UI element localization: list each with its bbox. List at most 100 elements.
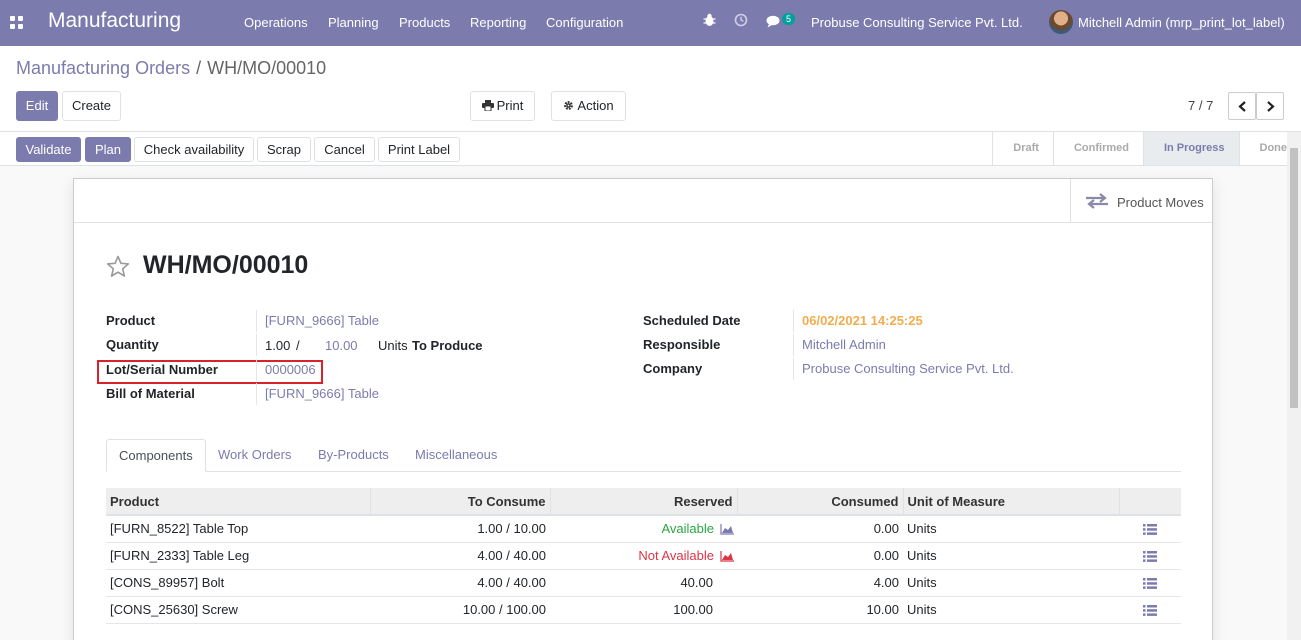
quantity-uom: Units <box>378 338 408 353</box>
row-to-consume: 4.00 / 40.00 <box>370 569 550 597</box>
print-button[interactable]: Print <box>470 91 535 121</box>
notebook-tabs: Components Work Orders By-Products Misce… <box>106 439 1181 472</box>
company-switcher[interactable]: Probuse Consulting Service Pvt. Ltd. <box>811 15 1023 30</box>
row-consumed: 4.00 <box>737 569 903 597</box>
area-chart-icon[interactable] <box>720 524 735 535</box>
app-title[interactable]: Manufacturing <box>48 9 181 33</box>
validate-button[interactable]: Validate <box>16 137 81 162</box>
tab-work-orders[interactable]: Work Orders <box>206 439 303 472</box>
menu-reporting[interactable]: Reporting <box>470 15 526 30</box>
user-menu[interactable]: Mitchell Admin (mrp_print_lot_label) <box>1078 15 1285 30</box>
column-actions <box>1119 488 1181 516</box>
field-divider <box>793 358 794 380</box>
favorite-star-icon[interactable] <box>106 255 130 278</box>
row-product: [CONS_25630] Screw <box>106 596 370 624</box>
pager-next-button[interactable] <box>1256 92 1284 120</box>
cancel-button[interactable]: Cancel <box>314 137 375 162</box>
field-divider <box>256 334 257 356</box>
scheduled-date-field[interactable]: 06/02/2021 14:25:25 <box>802 313 923 328</box>
responsible-field[interactable]: Mitchell Admin <box>802 337 886 352</box>
tab-components[interactable]: Components <box>106 439 206 472</box>
menu-configuration[interactable]: Configuration <box>546 15 623 30</box>
row-product: [FURN_2333] Table Leg <box>106 542 370 570</box>
product-label: Product <box>106 313 156 328</box>
row-reserved-cell: Available <box>550 515 737 543</box>
field-divider <box>793 310 794 332</box>
scrap-button[interactable]: Scrap <box>257 137 311 162</box>
gear-icon <box>564 101 574 110</box>
edit-button[interactable]: Edit <box>16 91 58 121</box>
bug-icon[interactable] <box>703 13 716 27</box>
row-to-consume: 10.00 / 100.00 <box>370 596 550 624</box>
to-produce-label: To Produce <box>412 338 483 353</box>
row-reserved: Available <box>661 521 714 537</box>
plan-button[interactable]: Plan <box>85 137 131 162</box>
create-button[interactable]: Create <box>62 91 121 121</box>
row-uom: Units <box>903 569 1119 597</box>
form-sheet: Product Moves WH/MO/00010 Product [FURN_… <box>73 178 1213 640</box>
breadcrumb-parent[interactable]: Manufacturing Orders <box>16 58 190 78</box>
list-detail-icon[interactable] <box>1143 605 1157 616</box>
button-box: Product Moves <box>74 179 1212 223</box>
table-row[interactable]: [FURN_8522] Table Top 1.00 / 10.00 Avail… <box>106 515 1181 543</box>
message-count-badge: 5 <box>782 13 796 25</box>
scrollbar[interactable] <box>1287 132 1301 640</box>
table-row[interactable]: [CONS_25630] Screw 10.00 / 100.00 100.00… <box>106 596 1181 624</box>
print-label-button[interactable]: Print Label <box>378 137 460 162</box>
product-moves-label: Product Moves <box>1117 195 1204 210</box>
column-to-consume[interactable]: To Consume <box>370 488 551 516</box>
company-field[interactable]: Probuse Consulting Service Pvt. Ltd. <box>802 361 1014 376</box>
quantity-total[interactable]: 10.00 <box>325 338 358 353</box>
table-row[interactable]: [CONS_89957] Bolt 4.00 / 40.00 40.00 4.0… <box>106 569 1181 597</box>
apps-grid-icon[interactable] <box>10 16 23 29</box>
pager-previous-button[interactable] <box>1228 92 1256 120</box>
row-product: [CONS_89957] Bolt <box>106 569 370 597</box>
row-consumed: 0.00 <box>737 542 903 570</box>
list-detail-icon[interactable] <box>1143 524 1157 536</box>
scrollbar-thumb[interactable] <box>1290 148 1298 408</box>
column-consumed[interactable]: Consumed <box>737 488 904 516</box>
breadcrumb-separator: / <box>196 58 202 78</box>
field-divider <box>256 310 257 332</box>
table-row[interactable]: [FURN_2333] Table Leg 4.00 / 40.00 Not A… <box>106 542 1181 570</box>
status-bar: Validate Plan Check availability Scrap C… <box>0 131 1301 166</box>
row-detail-cell <box>1119 515 1181 543</box>
stage-in-progress: In Progress <box>1142 132 1239 165</box>
product-field[interactable]: [FURN_9666] Table <box>265 313 379 328</box>
menu-operations[interactable]: Operations <box>244 15 308 30</box>
record-title: WH/MO/00010 <box>143 251 309 279</box>
menu-planning[interactable]: Planning <box>328 15 379 30</box>
product-moves-button[interactable]: Product Moves <box>1070 179 1212 223</box>
tab-miscellaneous[interactable]: Miscellaneous <box>403 439 509 472</box>
row-reserved-cell: Not Available <box>550 542 737 570</box>
column-product[interactable]: Product <box>106 488 371 516</box>
stage-pipeline: Draft Confirmed In Progress Done <box>992 132 1301 165</box>
action-button[interactable]: Action <box>551 91 626 121</box>
row-uom: Units <box>903 596 1119 624</box>
bom-field[interactable]: [FURN_9666] Table <box>265 386 379 401</box>
list-detail-icon[interactable] <box>1143 551 1157 562</box>
menu-products[interactable]: Products <box>399 15 450 30</box>
check-availability-button[interactable]: Check availability <box>134 137 254 162</box>
top-navbar: Manufacturing Operations Planning Produc… <box>0 0 1301 46</box>
column-unit-of-measure[interactable]: Unit of Measure <box>903 488 1120 516</box>
clock-icon[interactable] <box>734 13 748 27</box>
list-detail-icon[interactable] <box>1143 578 1157 589</box>
exchange-arrows-icon <box>1086 193 1108 209</box>
tab-by-products[interactable]: By-Products <box>306 439 401 472</box>
scheduled-date-label: Scheduled Date <box>643 313 741 328</box>
printer-icon <box>481 100 494 112</box>
column-reserved[interactable]: Reserved <box>550 488 738 516</box>
row-reserved: 100.00 <box>550 596 737 624</box>
responsible-label: Responsible <box>643 337 721 352</box>
user-avatar[interactable] <box>1049 10 1073 34</box>
row-consumed: 10.00 <box>737 596 903 624</box>
quantity-label: Quantity <box>106 337 159 352</box>
table-header-row: Product To Consume Reserved Consumed Uni… <box>106 488 1181 516</box>
area-chart-icon[interactable] <box>720 551 735 562</box>
chat-icon[interactable] <box>766 15 782 28</box>
chevron-right-icon <box>1267 101 1275 112</box>
stage-draft: Draft <box>992 132 1053 165</box>
lot-serial-field[interactable]: 0000006 <box>265 362 316 377</box>
pager-value[interactable]: 7 / 7 <box>1188 98 1213 113</box>
